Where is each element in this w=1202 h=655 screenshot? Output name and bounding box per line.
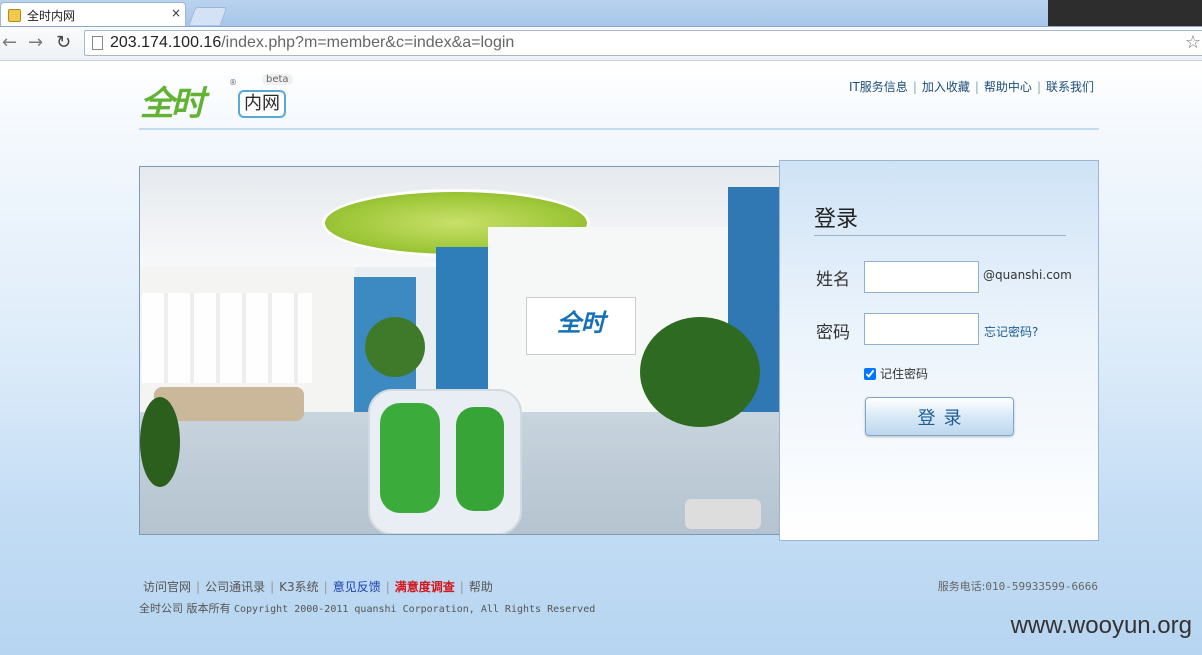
login-title: 登录 bbox=[814, 207, 859, 232]
link-company-directory[interactable]: 公司通讯录 bbox=[205, 580, 265, 594]
footer-links: 访问官网 | 公司通讯录 | K3系统 | 意见反馈 | 满意度调查 | 帮助 bbox=[143, 580, 493, 594]
link-k3-system[interactable]: K3系统 bbox=[279, 580, 319, 594]
email-suffix: @quanshi.com bbox=[983, 268, 1072, 282]
company-text: 全时公司 版本所有 bbox=[139, 602, 231, 615]
back-icon[interactable]: ← bbox=[2, 32, 17, 53]
remember-checkbox[interactable] bbox=[864, 367, 876, 380]
link-help-center[interactable]: 帮助中心 bbox=[984, 80, 1032, 94]
service-phone: 服务电话:010-59933599-6666 bbox=[938, 578, 1098, 594]
browser-tab[interactable]: 全时内网 × bbox=[0, 2, 186, 26]
logo-registered-mark: ® bbox=[229, 78, 237, 87]
logo-sub-text: 内网 bbox=[238, 90, 286, 118]
url-path: /index.php?m=member&c=index&a=login bbox=[221, 34, 515, 51]
url-host: 203.174.100.16 bbox=[110, 34, 222, 51]
new-tab-button[interactable] bbox=[188, 7, 228, 25]
link-help[interactable]: 帮助 bbox=[469, 580, 493, 594]
name-label: 姓名 bbox=[816, 270, 850, 290]
remember-password[interactable]: 记住密码 bbox=[864, 365, 928, 382]
close-icon[interactable]: × bbox=[171, 6, 181, 20]
link-contact-us[interactable]: 联系我们 bbox=[1046, 80, 1094, 94]
photo-sign: 全时 bbox=[526, 297, 636, 355]
url-text[interactable]: 203.174.100.16/index.php?m=member&c=inde… bbox=[110, 34, 514, 52]
link-visit-website[interactable]: 访问官网 bbox=[143, 580, 191, 594]
remember-label: 记住密码 bbox=[880, 367, 929, 381]
login-button[interactable]: 登录 bbox=[865, 397, 1014, 436]
phone-label: 服务电话: bbox=[937, 580, 986, 593]
phone-number: 010-59933599-6666 bbox=[985, 580, 1098, 593]
favicon-icon bbox=[8, 9, 21, 22]
copyright: 全时公司 版本所有 Copyright 2000-2011 quanshi Co… bbox=[139, 600, 595, 616]
link-feedback[interactable]: 意见反馈 bbox=[333, 580, 381, 594]
forward-icon[interactable]: → bbox=[28, 32, 43, 53]
site-logo[interactable]: 全时 ® beta 内网 bbox=[140, 74, 300, 124]
link-add-favorite[interactable]: 加入收藏 bbox=[922, 80, 970, 94]
browser-toolbar: ← → ↻ 203.174.100.16/index.php?m=member&… bbox=[0, 27, 1202, 61]
logo-main-text: 全时 bbox=[140, 84, 205, 124]
reload-icon[interactable]: ↻ bbox=[56, 32, 71, 53]
watermark: www.wooyun.org bbox=[1010, 612, 1192, 639]
address-bar[interactable]: 203.174.100.16/index.php?m=member&c=inde… bbox=[84, 30, 1202, 56]
link-it-service[interactable]: IT服务信息 bbox=[849, 80, 908, 94]
bookmark-star-icon[interactable]: ☆ bbox=[1185, 32, 1201, 53]
password-input[interactable] bbox=[864, 313, 979, 345]
browser-tabstrip: 全时内网 × bbox=[0, 0, 1202, 27]
page-icon bbox=[92, 36, 103, 50]
login-panel: 登录 姓名 @quanshi.com 密码 忘记密码? 记住密码 登录 bbox=[779, 160, 1099, 541]
office-photo: 全时 bbox=[139, 166, 781, 535]
name-input[interactable] bbox=[864, 261, 979, 293]
login-title-divider bbox=[814, 235, 1066, 236]
forgot-password-link[interactable]: 忘记密码? bbox=[984, 323, 1038, 340]
copyright-text: Copyright 2000-2011 quanshi Corporation,… bbox=[234, 604, 596, 615]
top-links: IT服务信息 | 加入收藏 | 帮助中心 | 联系我们 bbox=[848, 80, 1094, 94]
tab-title: 全时内网 bbox=[27, 9, 76, 23]
header-divider bbox=[139, 128, 1099, 130]
logo-beta-badge: beta bbox=[262, 74, 293, 85]
link-satisfaction-survey[interactable]: 满意度调查 bbox=[395, 580, 455, 594]
password-label: 密码 bbox=[816, 323, 850, 343]
os-taskbar-strip bbox=[1048, 0, 1202, 26]
